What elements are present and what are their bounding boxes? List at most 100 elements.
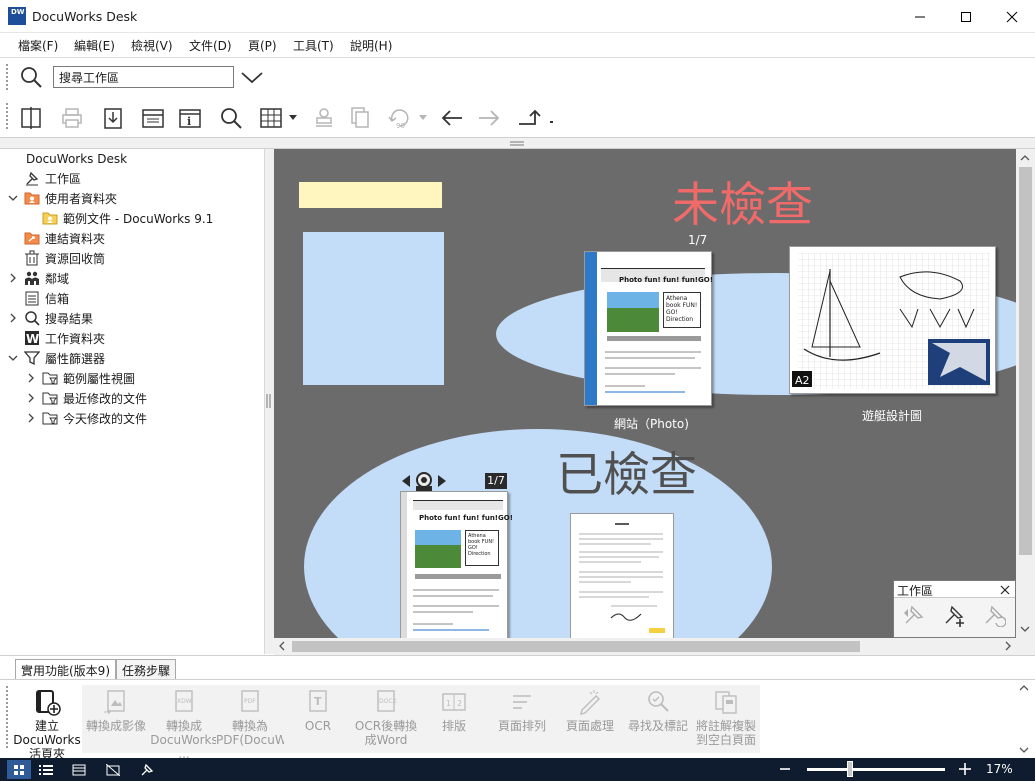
search-icon[interactable] <box>20 66 42 88</box>
document-yacht-name[interactable]: 遊艇設計圖 <box>862 407 922 424</box>
print-icon[interactable] <box>59 105 85 131</box>
tree-item-sample-attr-view[interactable]: 範例屬性視圖 <box>24 368 135 388</box>
view-mode-dropdown-icon[interactable] <box>288 114 298 122</box>
tree-item-today-docs[interactable]: 今天修改的文件 <box>24 408 147 428</box>
scroll-right-icon[interactable] <box>1004 641 1012 651</box>
page-arrange-button[interactable]: 頁面排列 <box>488 685 556 753</box>
convert-pdf-button[interactable]: PDF 轉換為 PDF(DocuWork... <box>216 685 317 753</box>
horizontal-scroll-thumb[interactable] <box>292 641 860 652</box>
document-yacht[interactable]: A2 <box>789 246 996 394</box>
desk-horizontal-scrollbar[interactable] <box>274 638 1016 655</box>
ribbon-grip[interactable] <box>6 686 8 750</box>
menu-file[interactable]: 檔案(F) <box>18 37 58 54</box>
document-checked-letter[interactable] <box>570 513 674 638</box>
tree-item-mailbox[interactable]: 信箱 <box>6 288 69 308</box>
vertical-scroll-thumb[interactable] <box>1019 167 1032 555</box>
properties-icon[interactable]: i <box>177 105 203 131</box>
thumbnail-view-icon[interactable] <box>7 760 31 779</box>
binder-icon[interactable] <box>140 105 166 131</box>
viewer-split-icon[interactable] <box>18 105 44 131</box>
page-process-button[interactable]: 頁面處理 <box>556 685 624 753</box>
tree-item-recent-docs[interactable]: 最近修改的文件 <box>24 388 147 408</box>
stamp-icon[interactable] <box>311 105 337 131</box>
import-icon[interactable] <box>100 105 126 131</box>
camera-nav-icon[interactable] <box>402 471 446 491</box>
document-photo[interactable]: Photo fun! fun! fun!GO! Athena book FUN!… <box>584 251 713 406</box>
rotate-dropdown-icon[interactable] <box>418 114 428 122</box>
tree-item-sample-docs[interactable]: 範例文件 - DocuWorks 9.1 <box>24 208 213 228</box>
tab-task-steps[interactable]: 任務步驟 <box>116 659 177 679</box>
close-button[interactable] <box>989 0 1035 33</box>
ribbon-scroll-down-icon[interactable] <box>1019 746 1029 754</box>
tree-item-link-folder[interactable]: 連結資料夾 <box>6 228 105 248</box>
toolbar-splitter[interactable] <box>0 137 1035 149</box>
find-and-mark-button[interactable]: 尋找及標記 <box>624 685 692 753</box>
maximize-button[interactable] <box>943 0 989 33</box>
menu-tools[interactable]: 工具(T) <box>293 37 334 54</box>
chevron-right-icon[interactable] <box>24 371 38 385</box>
desk-area[interactable]: 未檢查 已檢查 1/7 Photo fun! fun! fun!GO! Athe… <box>274 149 1016 638</box>
search-input[interactable]: 搜尋工作區 <box>53 66 234 88</box>
workspace-add-icon[interactable] <box>942 603 966 627</box>
chevron-down-icon[interactable] <box>240 68 264 86</box>
rotate-icon[interactable]: 90 <box>387 105 413 131</box>
desk-vertical-scrollbar[interactable] <box>1016 149 1035 638</box>
blue-annotation-box[interactable] <box>303 232 444 385</box>
layout-button[interactable]: 12 排版 <box>420 685 488 753</box>
workspace-back-icon[interactable] <box>902 603 926 627</box>
find-icon[interactable] <box>218 105 244 131</box>
close-icon[interactable] <box>1000 585 1010 595</box>
menu-view[interactable]: 檢視(V) <box>131 37 173 54</box>
list-view-icon[interactable] <box>34 760 58 779</box>
workspace-refresh-icon[interactable] <box>982 603 1006 627</box>
tree-item-neighborhood[interactable]: 鄰域 <box>6 268 69 288</box>
tree-item-work-folder[interactable]: W 工作資料夾 <box>6 328 105 348</box>
up-level-dropdown-icon[interactable] <box>549 119 555 125</box>
tab-utilities[interactable]: 實用功能(版本9) <box>15 659 116 679</box>
create-binder-button[interactable]: 建立DocuWorks活頁夾 <box>12 685 82 761</box>
zoom-out-icon[interactable] <box>779 762 791 776</box>
workspace-pin-icon[interactable] <box>135 760 159 779</box>
convert-docuworks-button[interactable]: XDW 轉換成 DocuWorks ... <box>150 685 218 761</box>
tree-item-search-results[interactable]: 搜尋結果 <box>6 308 93 328</box>
scroll-left-icon[interactable] <box>278 641 286 651</box>
tree-root[interactable]: DocuWorks Desk <box>26 149 127 169</box>
back-arrow-icon[interactable] <box>439 105 465 131</box>
chevron-right-icon[interactable] <box>6 311 20 325</box>
toolbar-grip[interactable] <box>6 103 8 131</box>
menu-help[interactable]: 說明(H) <box>350 37 392 54</box>
document-checked-binder[interactable]: Photo fun! fun! fun!GO! Athena book FUN!… <box>400 491 513 638</box>
convert-image-button[interactable]: 轉換成影像 <box>82 685 150 753</box>
menu-edit[interactable]: 編輯(E) <box>74 37 115 54</box>
zoom-slider[interactable] <box>807 761 945 777</box>
hide-annotation-icon[interactable] <box>101 760 125 779</box>
chevron-right-icon[interactable] <box>24 391 38 405</box>
menu-page[interactable]: 頁(P) <box>248 37 277 54</box>
chevron-right-icon[interactable] <box>6 271 20 285</box>
chevron-right-icon[interactable] <box>24 411 38 425</box>
pane-splitter[interactable] <box>264 149 274 654</box>
tree-item-workspace[interactable]: 工作區 <box>6 168 81 188</box>
scroll-down-icon[interactable] <box>1020 625 1030 633</box>
chevron-down-icon[interactable] <box>6 191 20 205</box>
chevron-down-icon[interactable] <box>6 351 20 365</box>
zoom-in-icon[interactable] <box>958 762 972 776</box>
scroll-up-icon[interactable] <box>1020 154 1030 162</box>
copy-annotation-button[interactable]: 將註解複製到空白頁面 <box>692 685 760 753</box>
ocr-button[interactable]: T OCR <box>284 685 352 753</box>
ribbon-scroll-up-icon[interactable] <box>1019 684 1029 692</box>
tree-item-attribute-filter[interactable]: 屬性篩選器 <box>6 348 105 368</box>
up-level-icon[interactable] <box>517 105 543 131</box>
forward-arrow-icon[interactable] <box>476 105 502 131</box>
minimize-button[interactable] <box>897 0 943 33</box>
sticky-note[interactable] <box>299 182 442 208</box>
tree-item-user-folder[interactable]: 使用者資料夾 <box>6 188 117 208</box>
detail-view-icon[interactable] <box>67 760 91 779</box>
ocr-to-word-button[interactable]: DOCX OCR後轉換成Word <box>352 685 420 753</box>
view-mode-icon[interactable] <box>258 105 284 131</box>
copy-pages-icon[interactable] <box>347 105 373 131</box>
toolbar-grip[interactable] <box>6 64 8 92</box>
tree-item-recycle-bin[interactable]: 資源回收筒 <box>6 248 105 268</box>
document-photo-name[interactable]: 網站（Photo) <box>614 415 689 432</box>
checked-tray[interactable] <box>304 429 772 638</box>
